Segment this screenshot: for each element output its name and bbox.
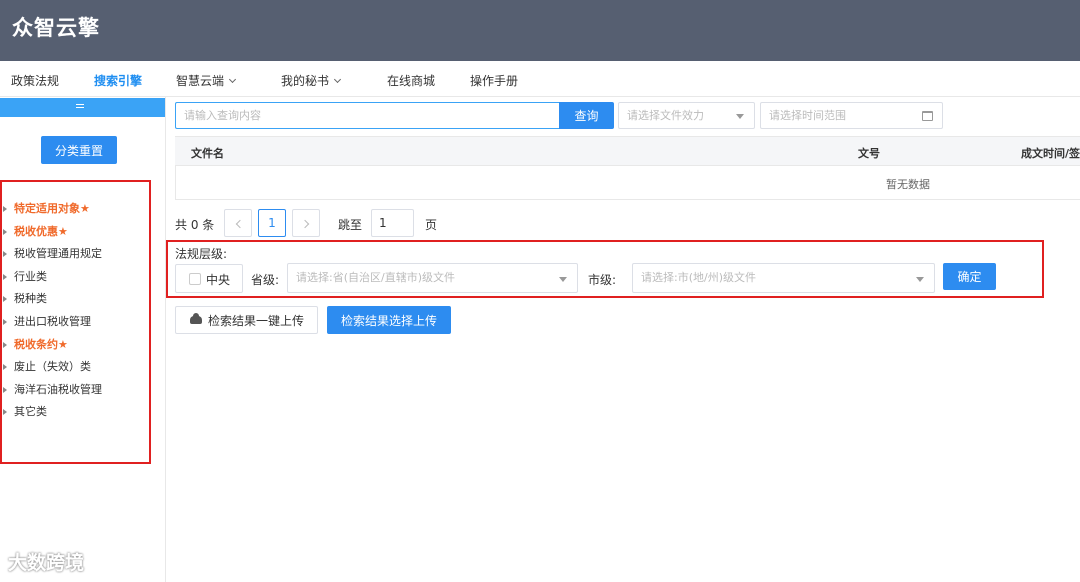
sidebar-item-other[interactable]: 其它类 bbox=[0, 401, 160, 424]
city-select[interactable]: 请选择:市(地/州)级文件 bbox=[632, 263, 935, 293]
sidebar-item-label: 其它类 bbox=[14, 405, 47, 419]
caret-right-icon bbox=[3, 228, 7, 235]
sidebar-item-label: 税收条约★ bbox=[14, 337, 68, 351]
checkbox-label: 中央 bbox=[206, 273, 231, 287]
caret-down-icon bbox=[916, 277, 924, 282]
nav-manual[interactable]: 操作手册 bbox=[470, 72, 518, 89]
calendar-icon bbox=[922, 111, 933, 121]
sidebar-item-label: 行业类 bbox=[14, 269, 47, 283]
select-placeholder: 请选择:省(自治区/直辖市)级文件 bbox=[296, 271, 455, 284]
search-input[interactable]: 请输入查询内容 bbox=[175, 102, 560, 129]
nav-smart-cloud[interactable]: 智慧云端 bbox=[176, 72, 237, 89]
sidebar-item-label: 特定适用对象★ bbox=[14, 202, 90, 215]
city-label: 市级: bbox=[588, 273, 617, 287]
nav-online-store[interactable]: 在线商城 bbox=[387, 72, 435, 89]
sidebar-item-label: 进出口税收管理 bbox=[14, 314, 91, 328]
sidebar-item-label: 税种类 bbox=[14, 292, 47, 306]
empty-text: 暂无数据 bbox=[886, 178, 930, 191]
table-empty-row: 暂无数据 bbox=[175, 166, 1080, 200]
sidebar-item-label: 税收管理通用规定 bbox=[14, 247, 102, 261]
time-range-picker[interactable]: 请选择时间范围 bbox=[760, 102, 943, 129]
caret-right-icon bbox=[3, 341, 7, 348]
caret-right-icon bbox=[3, 364, 7, 371]
caret-right-icon bbox=[3, 386, 7, 393]
column-header-doc-number[interactable]: 文号 bbox=[858, 145, 880, 161]
central-level-checkbox[interactable]: 中央 bbox=[175, 264, 243, 293]
nav-label: 智慧云端 bbox=[176, 74, 225, 88]
caret-down-icon bbox=[559, 277, 567, 282]
province-select[interactable]: 请选择:省(自治区/直辖市)级文件 bbox=[287, 263, 578, 293]
column-header-filename[interactable]: 文件名 bbox=[191, 145, 224, 161]
nav-label: 我的秘书 bbox=[281, 74, 330, 88]
sidebar-item-tax-types[interactable]: 税种类 bbox=[0, 288, 160, 311]
sidebar-item-label: 废止（失效）类 bbox=[14, 360, 91, 374]
caret-right-icon bbox=[3, 273, 7, 280]
page-unit-label: 页 bbox=[425, 218, 438, 232]
caret-right-icon bbox=[3, 318, 7, 325]
file-effect-select[interactable]: 请选择文件效力 bbox=[618, 102, 755, 129]
checkbox-icon bbox=[189, 273, 201, 285]
total-count: 共 0 条 bbox=[175, 218, 215, 232]
confirm-button[interactable]: 确定 bbox=[943, 263, 996, 290]
select-placeholder: 请选择文件效力 bbox=[627, 109, 704, 122]
page-1[interactable]: 1 bbox=[258, 209, 286, 237]
results-table-header: 文件名 文号 成文时间/签订 bbox=[175, 136, 1080, 166]
sidebar-item-repealed[interactable]: 废止（失效）类 bbox=[0, 356, 160, 379]
nav-label: 操作手册 bbox=[470, 74, 519, 88]
watermark: 大数跨境 bbox=[8, 552, 85, 574]
sidebar-item-label: 海洋石油税收管理 bbox=[14, 382, 102, 396]
select-upload-button[interactable]: 检索结果选择上传 bbox=[327, 306, 451, 334]
sidebar-item-general-rules[interactable]: 税收管理通用规定 bbox=[0, 243, 160, 266]
nav-label: 政策法规 bbox=[11, 74, 60, 88]
column-header-date[interactable]: 成文时间/签订 bbox=[1021, 145, 1080, 161]
level-filter-title: 法规层级: bbox=[175, 247, 228, 261]
jump-label: 跳至 bbox=[338, 218, 363, 232]
province-label: 省级: bbox=[251, 273, 280, 287]
search-button[interactable]: 查询 bbox=[559, 102, 614, 129]
button-label: 检索结果一键上传 bbox=[208, 313, 305, 328]
category-list: 特定适用对象★ 税收优惠★ 税收管理通用规定 行业类 税种类 进出口税收管理 税… bbox=[0, 198, 160, 424]
cloud-upload-icon bbox=[190, 313, 202, 324]
sidebar-item-specific-targets[interactable]: 特定适用对象★ bbox=[0, 198, 160, 221]
sidebar-item-offshore-oil[interactable]: 海洋石油税收管理 bbox=[0, 379, 160, 402]
menu-icon bbox=[76, 104, 84, 110]
nav-policy[interactable]: 政策法规 bbox=[11, 72, 59, 89]
top-header: 众智云擎 bbox=[0, 0, 1080, 61]
caret-right-icon bbox=[3, 409, 7, 416]
caret-down-icon bbox=[736, 114, 744, 119]
main-nav: 政策法规 搜索引擎 智慧云端 我的秘书 在线商城 操作手册 bbox=[0, 61, 1080, 97]
sidebar-item-tax-incentives[interactable]: 税收优惠★ bbox=[0, 221, 160, 244]
sidebar-item-tax-treaties[interactable]: 税收条约★ bbox=[0, 334, 160, 357]
category-sidebar: 分类重置 特定适用对象★ 税收优惠★ 税收管理通用规定 行业类 税种类 进出口税… bbox=[0, 97, 166, 582]
chevron-left-icon bbox=[235, 219, 245, 229]
app-logo[interactable]: 众智云擎 bbox=[12, 12, 100, 42]
select-placeholder: 请选择:市(地/州)级文件 bbox=[641, 271, 756, 284]
caret-right-icon bbox=[3, 206, 7, 212]
sidebar-item-import-export[interactable]: 进出口税收管理 bbox=[0, 311, 160, 334]
one-click-upload-button[interactable]: 检索结果一键上传 bbox=[175, 306, 318, 334]
jump-page-input[interactable]: 1 bbox=[371, 209, 414, 237]
chevron-down-icon bbox=[333, 75, 342, 84]
chevron-right-icon bbox=[300, 219, 310, 229]
caret-right-icon bbox=[3, 251, 7, 258]
sidebar-item-industry[interactable]: 行业类 bbox=[0, 266, 160, 289]
prev-page-button[interactable] bbox=[224, 209, 252, 237]
sidebar-item-label: 税收优惠★ bbox=[14, 224, 68, 238]
chevron-down-icon bbox=[228, 75, 237, 84]
nav-label: 在线商城 bbox=[387, 74, 436, 88]
picker-placeholder: 请选择时间范围 bbox=[769, 109, 846, 122]
next-page-button[interactable] bbox=[292, 209, 320, 237]
nav-my-secretary[interactable]: 我的秘书 bbox=[281, 72, 342, 89]
sidebar-toggle[interactable] bbox=[0, 98, 165, 117]
nav-search-engine[interactable]: 搜索引擎 bbox=[94, 72, 142, 89]
nav-label: 搜索引擎 bbox=[94, 74, 143, 88]
caret-right-icon bbox=[3, 296, 7, 303]
category-reset-button[interactable]: 分类重置 bbox=[41, 136, 117, 164]
